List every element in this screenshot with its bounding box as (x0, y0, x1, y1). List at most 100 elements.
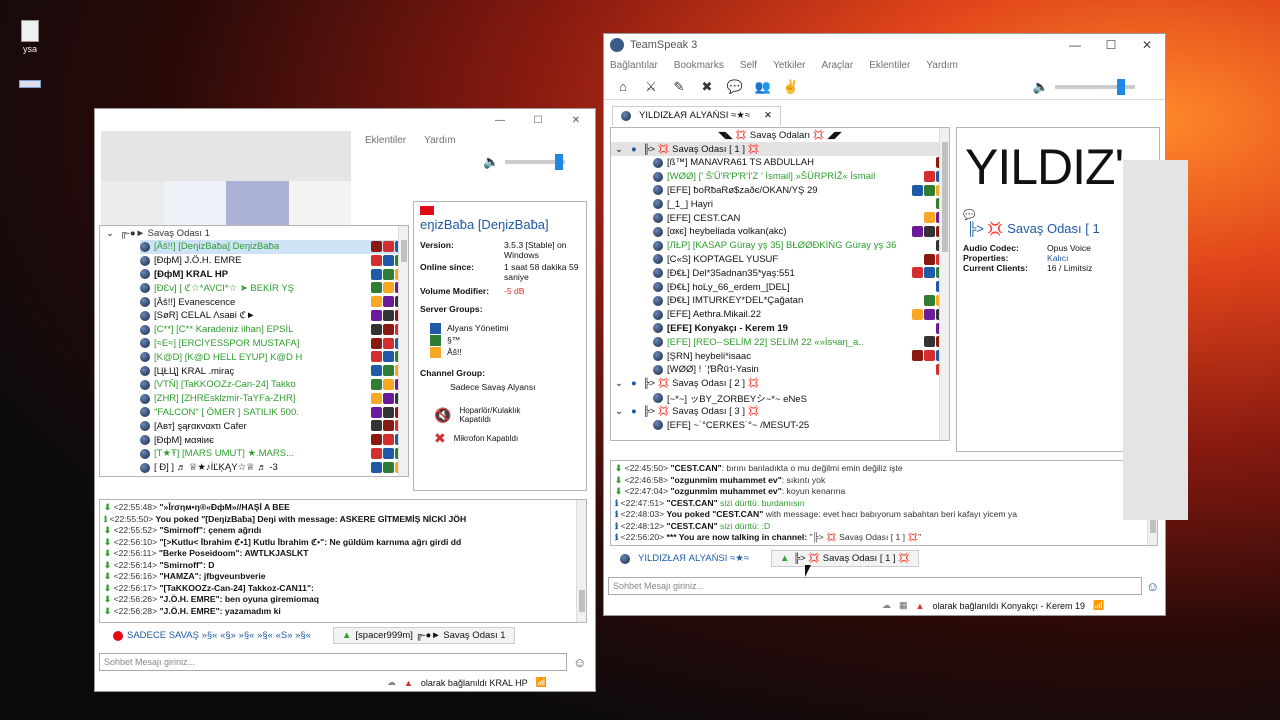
arrow-down-icon: ⬇ (615, 474, 623, 485)
warning-icon[interactable]: ▲ (404, 678, 413, 688)
close-button[interactable]: ✕ (1129, 38, 1165, 52)
chevron-down-icon[interactable]: ⌄ (615, 144, 623, 155)
record-icon[interactable]: ▦ (899, 600, 908, 611)
chat-input[interactable]: Sohbet Mesajı giriniz... (608, 577, 1142, 595)
channel-row-2[interactable]: ⌄ ● ╠> 💢 Savaş Odası [ 2 ] 💢 (611, 377, 949, 391)
channel-row-3[interactable]: ⌄ ● ╠> 💢 Savaş Odası [ 3 ] 💢 (611, 405, 949, 419)
menu-item[interactable]: Yetkiler (773, 60, 805, 71)
menu-item[interactable]: Bağlantılar (610, 60, 658, 71)
user-row[interactable]: [EFE] ƀoRƀaRø$zaðє/OKAN/YŞ 29 (653, 184, 949, 198)
user-row[interactable]: [≈E≈] [ERCİYESSPOR MUSTAFA] (140, 337, 408, 351)
user-row[interactable]: [ÐƐv] [ ℭ☆*AVCI*☆ ➤ BEKİR YŞ (140, 281, 408, 295)
user-row[interactable]: [Ð€Ł] hoLy_66_erdem_[DEL] (653, 280, 949, 294)
chevron-down-icon[interactable]: ⌄ (106, 228, 114, 239)
user-row[interactable]: [ Ð] ] ♬ ♕★♪İĽĶĄY☆♕ ♬ -3 (140, 461, 408, 475)
badge-icon (383, 337, 394, 349)
emoji-icon[interactable]: ☺ (1146, 579, 1159, 594)
user-row[interactable]: [VTŇ] [TaKKOOZz-Can-24] Takko (140, 378, 408, 392)
user-row[interactable]: [EFE] Aethra.Mikail.22 (653, 308, 949, 322)
channel-row-1[interactable]: ⌄ ● ╠> 💢 Savaş Odası [ 1 ] 💢 (611, 142, 949, 156)
menu-yardim[interactable]: Yardım (424, 135, 456, 146)
channel-row[interactable]: ⌄ ╔-●► Savaş Odası 1 (100, 226, 408, 240)
user-row[interactable]: [C**] [C** Karadeniz ilhan] EPSİL (140, 323, 408, 337)
badge-icon (924, 336, 935, 348)
user-row[interactable]: [ŞRN] heybeli*isaac (653, 349, 949, 363)
user-row[interactable]: [EFE] [REO--SELİM 22] SELİM 22 «»İsчaη_a… (653, 335, 949, 349)
user-row[interactable]: [WØØ] [' Š'Ü'R'P'R'İ'Z ' İsmail] »ŠÜRPRİ… (653, 170, 949, 184)
log-scrollbar[interactable] (576, 500, 586, 622)
menu-eklentiler[interactable]: Eklentiler (365, 135, 406, 146)
user-row[interactable]: [ÐфM] J.Ö.H. EMRE (140, 254, 408, 268)
tree-scrollbar[interactable] (398, 226, 408, 476)
chevron-down-icon[interactable]: ⌄ (615, 406, 623, 417)
user-row[interactable]: [Ð€Ł] IMTURKEY*DEL*Çağatan (653, 294, 949, 308)
desktop-icon-usb[interactable] (10, 80, 50, 88)
user-row[interactable]: [C«S] KOPTAGEL YUSUF (653, 253, 949, 267)
user-row[interactable]: [SøR] CELAL Λsaвi ℭ► (140, 309, 408, 323)
user-row[interactable]: [EFE] Konyakçı - Kerem 19 (653, 322, 949, 336)
user-row[interactable]: [K@D] [K@D HELL EYUP] K@D H (140, 350, 408, 364)
contacts-icon[interactable]: 👥 (752, 78, 774, 96)
user-row[interactable]: [ÐфM] KRAL HP (140, 268, 408, 282)
connect-icon[interactable]: ⌂ (612, 78, 634, 96)
volume-slider[interactable] (505, 154, 566, 170)
emoji-icon[interactable]: ☺ (573, 655, 586, 670)
user-row[interactable]: [ÐфM] мαяiиє (140, 433, 408, 447)
menu-item[interactable]: Self (740, 60, 757, 71)
badge-icon (371, 392, 382, 404)
list-item[interactable]: [EFE] ~˙°CERKES˙°~ /MESUT-25 (611, 419, 949, 433)
maximize-button[interactable]: ☐ (1093, 38, 1129, 52)
tab-server-chat[interactable]: YILDIZŁAЯ ALYAŃSI ≈★≈ (612, 550, 757, 568)
user-row[interactable]: [ZHR] [ZHREsklzmir-TaYFa-ZHR] (140, 392, 408, 406)
channel-header[interactable]: ◥◣ 💢 Savaş Odaları 💢 ◢◤ (611, 128, 949, 142)
chat-input[interactable]: Sohbet Mesajı giriniz... (99, 653, 567, 671)
close-button[interactable]: ✕ (557, 115, 595, 126)
list-item[interactable]: [~*~] ッBY_ZORBEYシ~*~ eNeS (611, 391, 949, 405)
speaker-icon[interactable]: 🔈 (1033, 79, 1049, 95)
tab-server[interactable]: YILDIZŁAЯ ALYAŃSI ≈★≈ ✕ (612, 106, 781, 125)
menu-item[interactable]: Eklentiler (869, 60, 910, 71)
volume-slider[interactable] (1055, 78, 1135, 95)
badge-icon (371, 323, 382, 335)
close-tab-icon[interactable]: ✕ (764, 110, 772, 121)
menu-item[interactable]: Bookmarks (674, 60, 724, 71)
user-row[interactable]: "FALCON" [ ÖMER ] SATILIK 500. (140, 406, 408, 420)
user-row[interactable]: [ß™] MANAVRA61 TS ABDULLAH (653, 156, 949, 170)
user-row[interactable]: [_1_] Hayri (653, 197, 949, 211)
tab-server[interactable]: SADECE SAVAŞ »§« «§» »§« »§« «S» »§« (105, 628, 319, 643)
user-row[interactable]: [Âš!!] Evanescence (140, 295, 408, 309)
tab-channel-chat[interactable]: ▲ ╠> 💢 Savaş Odası [ 1 ] 💢 (771, 550, 920, 568)
info-icon: ℹ (615, 509, 619, 519)
chevron-down-icon[interactable]: ⌄ (615, 378, 623, 389)
away-icon[interactable]: 💬 (724, 78, 746, 96)
user-row[interactable]: [Âš!!] [DeŋizBaƀa] DeŋizBaƀa (140, 240, 408, 254)
minimize-button[interactable]: — (481, 115, 519, 126)
user-row[interactable]: [WØØ] ! ˈ¦ƁŘŭ˦-Yasin (653, 363, 949, 377)
desktop-icon-ysa[interactable]: ysa (10, 20, 50, 54)
user-row[interactable]: [ЦŁЦ] KRAL .miraç (140, 364, 408, 378)
titlebar: TeamSpeak 3 — ☐ ✕ (604, 34, 1165, 56)
whisper-icon[interactable]: ✌ (780, 78, 802, 96)
disconnect-icon[interactable]: ⚔ (640, 78, 662, 96)
user-row[interactable]: [Aвт] ȿąғαкναкτι Cafer (140, 419, 408, 433)
group-icon (430, 334, 441, 346)
chat-log: ⬇ <22:55:48> "»Ĭrσηм•ŋ®«ÐфM»//HAŞİ A BEE… (99, 499, 587, 623)
badge-icon (924, 253, 935, 265)
menu-item[interactable]: Yardım (926, 60, 958, 71)
warning-icon[interactable]: ▲ (916, 601, 925, 611)
maximize-button[interactable]: ☐ (519, 115, 557, 126)
user-row[interactable]: [T★Ŧ] [MARS UMUT] ★.MARS... (140, 447, 408, 461)
user-row[interactable]: [αкє] heybeliada volkan(akc) (653, 225, 949, 239)
user-row[interactable]: [Ð€Ł] Del*35adnan35*yaş:551 (653, 266, 949, 280)
user-row[interactable]: [ЛŁP] [KASAP Güray yş 35] BŁØØÐKİŃG Güra… (653, 239, 949, 253)
mute-speaker-icon[interactable]: ✖ (696, 78, 718, 96)
speaker-icon[interactable]: 🔈 (483, 154, 499, 170)
user-row[interactable]: [EFE] CEST.CAN (653, 211, 949, 225)
menu-item[interactable]: Araçlar (822, 60, 854, 71)
tab-channel[interactable]: ▲ [spacer999m] ╔-●► Savaş Odası 1 (332, 627, 515, 644)
mute-mic-icon[interactable]: ✎ (668, 78, 690, 96)
user-icon (653, 157, 663, 168)
minimize-button[interactable]: — (1057, 38, 1093, 52)
channel-icon: ● (630, 378, 637, 390)
tree-scrollbar[interactable] (939, 128, 949, 440)
